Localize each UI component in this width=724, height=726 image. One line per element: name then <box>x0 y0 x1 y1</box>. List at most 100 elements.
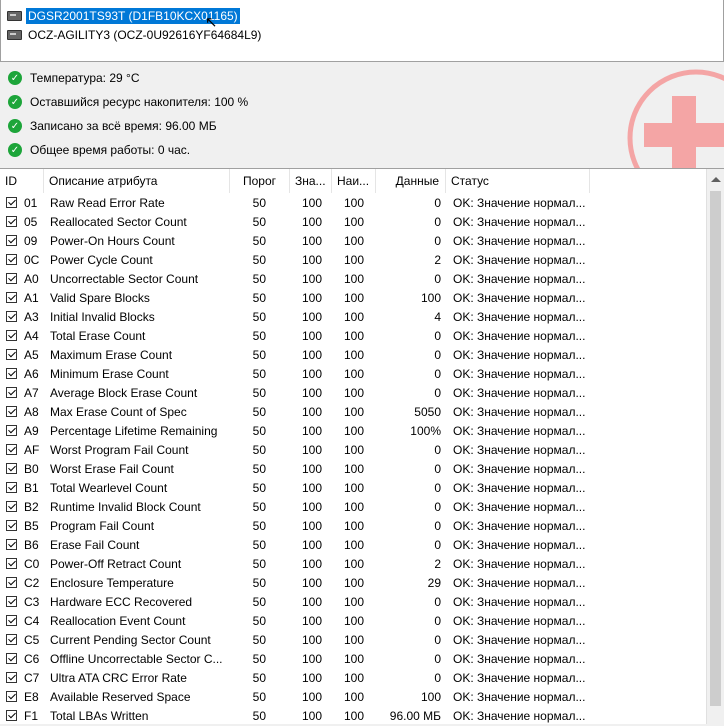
attr-raw-data: 0 <box>434 633 441 647</box>
attr-raw-data: 29 <box>427 576 441 590</box>
row-checkbox[interactable] <box>6 615 17 626</box>
row-checkbox[interactable] <box>6 577 17 588</box>
row-checkbox[interactable] <box>6 387 17 398</box>
attr-description: Enclosure Temperature <box>50 576 174 590</box>
row-checkbox[interactable] <box>6 691 17 702</box>
table-row[interactable]: B5 Program Fail Count 50 100 100 0 OK: Значени… <box>0 517 706 536</box>
row-checkbox[interactable] <box>6 672 17 683</box>
row-checkbox[interactable] <box>6 539 17 550</box>
table-row[interactable]: A1 Valid Spare Blocks 50 100 100 100 OK: Значе… <box>0 289 706 308</box>
table-row[interactable]: 0C Power Cycle Count 50 100 100 2 OK: Значение… <box>0 251 706 270</box>
attr-id: B6 <box>24 538 39 552</box>
table-row[interactable]: F1 Total LBAs Written 50 100 100 96.00 МБ OK: … <box>0 707 706 726</box>
attr-threshold: 50 <box>252 443 266 457</box>
attr-value: 100 <box>301 424 322 438</box>
table-row[interactable]: 01 Raw Read Error Rate 50 100 100 0 OK: Значен… <box>0 194 706 213</box>
drive-item-2[interactable]: OCZ-AGILITY3 (OCZ-0U92616YF64684L9) <box>7 26 263 44</box>
table-row[interactable]: B6 Erase Fail Count 50 100 100 0 OK: Значение … <box>0 536 706 555</box>
attr-worst: 100 <box>343 614 364 628</box>
table-row[interactable]: AF Worst Program Fail Count 50 100 100 0 OK: З… <box>0 441 706 460</box>
table-row[interactable]: C5 Current Pending Sector Count 50 100 100 0 O… <box>0 631 706 650</box>
column-header-threshold[interactable]: Порог <box>230 169 290 193</box>
attr-raw-data: 2 <box>434 253 441 267</box>
row-checkbox[interactable] <box>6 330 17 341</box>
row-checkbox[interactable] <box>6 425 17 436</box>
row-checkbox[interactable] <box>6 216 17 227</box>
row-checkbox[interactable] <box>6 653 17 664</box>
column-header-id[interactable]: ID <box>0 169 44 193</box>
attr-value: 100 <box>301 519 322 533</box>
table-row[interactable]: C7 Ultra ATA CRC Error Rate 50 100 100 0 OK: З… <box>0 669 706 688</box>
attr-value: 100 <box>301 462 322 476</box>
table-row[interactable]: C6 Offline Uncorrectable Sector C... 50 100… <box>0 650 706 669</box>
row-checkbox[interactable] <box>6 444 17 455</box>
attr-threshold: 50 <box>252 310 266 324</box>
table-row[interactable]: B0 Worst Erase Fail Count 50 100 100 0 OK: Зна… <box>0 460 706 479</box>
table-row[interactable]: A9 Percentage Lifetime Remaining 50 100 100 1… <box>0 422 706 441</box>
column-header-value[interactable]: Зна... <box>290 169 332 193</box>
table-row[interactable]: A7 Average Block Erase Count 50 100 100 0 OK: … <box>0 384 706 403</box>
column-header-raw[interactable]: Данные <box>376 169 446 193</box>
row-checkbox[interactable] <box>6 197 17 208</box>
attr-description: Power-On Hours Count <box>50 234 175 248</box>
row-checkbox[interactable] <box>6 368 17 379</box>
attr-status: OK: Значение нормал... <box>453 500 586 514</box>
row-checkbox[interactable] <box>6 349 17 360</box>
smart-attribute-table[interactable]: ID Описание атрибута Порог Зна... Наи...… <box>0 168 724 724</box>
row-checkbox[interactable] <box>6 292 17 303</box>
attr-value: 100 <box>301 215 322 229</box>
row-checkbox[interactable] <box>6 558 17 569</box>
row-checkbox[interactable] <box>6 482 17 493</box>
table-row[interactable]: B2 Runtime Invalid Block Count 50 100 100 0 OK… <box>0 498 706 517</box>
attr-status: OK: Значение нормал... <box>453 481 586 495</box>
column-header-worst[interactable]: Наи... <box>332 169 376 193</box>
row-checkbox[interactable] <box>6 710 17 721</box>
row-checkbox[interactable] <box>6 311 17 322</box>
attr-threshold: 50 <box>252 538 266 552</box>
row-checkbox[interactable] <box>6 235 17 246</box>
scrollbar-thumb[interactable] <box>710 191 721 706</box>
attr-description: Maximum Erase Count <box>50 348 173 362</box>
column-header-status[interactable]: Статус <box>446 169 590 193</box>
attr-id: B2 <box>24 500 39 514</box>
table-row[interactable]: 09 Power-On Hours Count 50 100 100 0 OK: Значе… <box>0 232 706 251</box>
attr-description: Worst Program Fail Count <box>50 443 189 457</box>
summary-text: Общее время работы: 0 час. <box>30 143 191 157</box>
table-row[interactable]: C4 Reallocation Event Count 50 100 100 0 OK: З… <box>0 612 706 631</box>
table-row[interactable]: A4 Total Erase Count 50 100 100 0 OK: Значение… <box>0 327 706 346</box>
table-row[interactable]: A6 Minimum Erase Count 50 100 100 0 OK: Значен… <box>0 365 706 384</box>
vertical-scrollbar[interactable] <box>706 169 724 724</box>
drive-list[interactable]: DGSR2001TS93T (D1FB10KCX01165) ↖ OCZ-AGI… <box>0 0 724 62</box>
row-checkbox[interactable] <box>6 520 17 531</box>
attr-worst: 100 <box>343 595 364 609</box>
table-row[interactable]: C0 Power-Off Retract Count 50 100 100 2 OK: Зн… <box>0 555 706 574</box>
row-checkbox[interactable] <box>6 634 17 645</box>
row-checkbox[interactable] <box>6 406 17 417</box>
attr-status: OK: Значение нормал... <box>453 272 586 286</box>
table-row[interactable]: A8 Max Erase Count of Spec 50 100 100 5050 OK:… <box>0 403 706 422</box>
attr-id: A1 <box>24 291 39 305</box>
attr-id: B1 <box>24 481 39 495</box>
table-row[interactable]: C3 Hardware ECC Recovered 50 100 100 0 OK: Зна… <box>0 593 706 612</box>
attr-description: Power Cycle Count <box>50 253 153 267</box>
attr-worst: 100 <box>343 329 364 343</box>
attr-value: 100 <box>301 253 322 267</box>
table-row[interactable]: C2 Enclosure Temperature 50 100 100 29 OK: Зна… <box>0 574 706 593</box>
scroll-up-arrow-icon[interactable] <box>711 177 721 182</box>
row-checkbox[interactable] <box>6 254 17 265</box>
table-row[interactable]: A3 Initial Invalid Blocks 50 100 100 4 OK: Зна… <box>0 308 706 327</box>
row-checkbox[interactable] <box>6 273 17 284</box>
column-header-description[interactable]: Описание атрибута <box>44 169 230 193</box>
attr-status: OK: Значение нормал... <box>453 709 586 723</box>
attr-threshold: 50 <box>252 272 266 286</box>
attr-raw-data: 0 <box>434 386 441 400</box>
table-row[interactable]: A5 Maximum Erase Count 50 100 100 0 OK: Значен… <box>0 346 706 365</box>
attr-description: Total Wearlevel Count <box>50 481 168 495</box>
row-checkbox[interactable] <box>6 463 17 474</box>
row-checkbox[interactable] <box>6 596 17 607</box>
table-row[interactable]: A0 Uncorrectable Sector Count 50 100 100 0 OK:… <box>0 270 706 289</box>
table-row[interactable]: E8 Available Reserved Space 50 100 100 100 OK:… <box>0 688 706 707</box>
table-row[interactable]: B1 Total Wearlevel Count 50 100 100 0 OK: Знач… <box>0 479 706 498</box>
row-checkbox[interactable] <box>6 501 17 512</box>
table-row[interactable]: 05 Reallocated Sector Count 50 100 100 0 OK: З… <box>0 213 706 232</box>
